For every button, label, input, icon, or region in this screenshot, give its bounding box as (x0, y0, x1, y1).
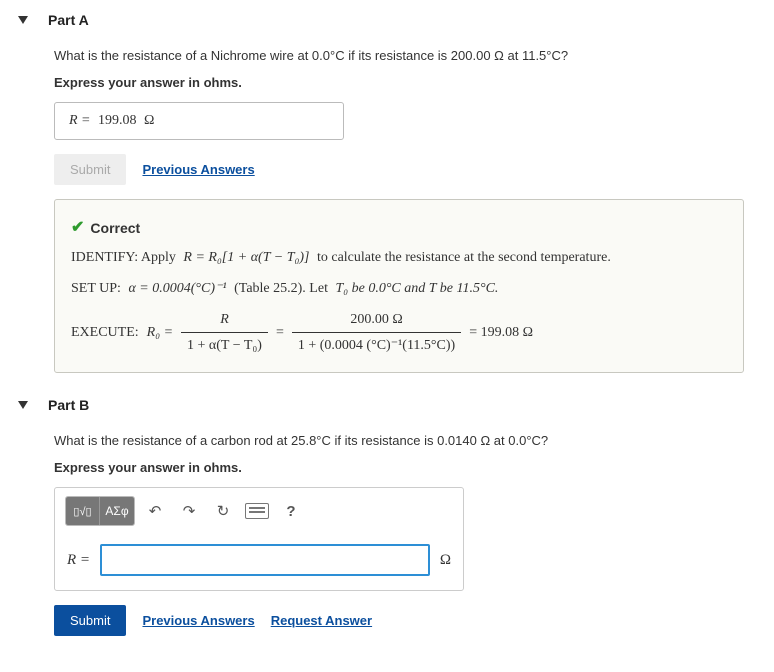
submit-button-b[interactable]: Submit (54, 605, 126, 636)
keyboard-icon[interactable] (243, 497, 271, 525)
frac2-den: 1 + (0.0004 (°C)⁻¹(11.5°C)) (292, 333, 461, 358)
execute-lhs: R₀ = (147, 320, 173, 345)
part-a-section: Part A What is the resistance of a Nichr… (18, 12, 756, 373)
answer-input[interactable] (100, 544, 430, 576)
frac2-num: 200.00 Ω (292, 307, 461, 333)
part-b-header[interactable]: Part B (18, 397, 756, 413)
answer-toolbar: ▯√▯ ΑΣφ ↶ ↷ ↻ ? (55, 488, 463, 534)
request-answer-link[interactable]: Request Answer (271, 613, 372, 628)
submit-button-a: Submit (54, 154, 126, 185)
answer-panel: ▯√▯ ΑΣφ ↶ ↷ ↻ ? R = Ω (54, 487, 464, 591)
answer-prefix: R = (69, 113, 91, 128)
feedback-box: ✔ Correct IDENTIFY: Apply R = R₀[1 + α(T… (54, 199, 744, 374)
check-icon: ✔ (71, 214, 84, 243)
frac1-den: 1 + α(T − T₀) (181, 333, 268, 358)
redo-icon[interactable]: ↷ (175, 497, 203, 525)
templates-button[interactable]: ▯√▯ (66, 497, 100, 525)
collapse-icon (18, 16, 28, 24)
answer-unit: Ω (144, 113, 154, 128)
symbols-button[interactable]: ΑΣφ (100, 497, 134, 525)
previous-answers-link-b[interactable]: Previous Answers (142, 613, 254, 628)
setup-label: SET UP: (71, 281, 121, 296)
execute-label: EXECUTE: (71, 320, 139, 345)
feedback-status: Correct (90, 216, 140, 241)
identify-formula: R = R₀[1 + α(T − T₀)] (183, 250, 309, 265)
part-a-title: Part A (48, 12, 89, 28)
answer-value: 199.08 (98, 113, 137, 128)
fraction-1: R 1 + α(T − T₀) (181, 307, 268, 358)
identify-label: IDENTIFY: Apply (71, 250, 176, 265)
fraction-2: 200.00 Ω 1 + (0.0004 (°C)⁻¹(11.5°C)) (292, 307, 461, 358)
setup-t0: T₀ be 0.0°C and T be 11.5°C. (335, 281, 498, 296)
help-icon[interactable]: ? (277, 497, 305, 525)
part-b-instruction: Express your answer in ohms. (54, 460, 756, 475)
reset-icon[interactable]: ↻ (209, 497, 237, 525)
part-b-section: Part B What is the resistance of a carbo… (18, 397, 756, 636)
part-a-answer-display: R = 199.08 Ω (54, 102, 344, 140)
identify-tail: to calculate the resistance at the secon… (317, 250, 611, 265)
part-a-header[interactable]: Part A (18, 12, 756, 28)
part-b-question: What is the resistance of a carbon rod a… (54, 431, 756, 452)
part-a-instruction: Express your answer in ohms. (54, 75, 756, 90)
collapse-icon (18, 401, 28, 409)
part-b-title: Part B (48, 397, 89, 413)
undo-icon[interactable]: ↶ (141, 497, 169, 525)
setup-alpha: α = 0.0004(°C)⁻¹ (128, 281, 226, 296)
frac1-num: R (220, 312, 229, 327)
input-prefix: R = (67, 552, 90, 569)
previous-answers-link-a[interactable]: Previous Answers (142, 162, 254, 177)
execute-result: = 199.08 Ω (469, 320, 533, 345)
setup-table: (Table 25.2). Let (234, 281, 328, 296)
part-a-question: What is the resistance of a Nichrome wir… (54, 46, 756, 67)
input-unit: Ω (440, 552, 451, 569)
